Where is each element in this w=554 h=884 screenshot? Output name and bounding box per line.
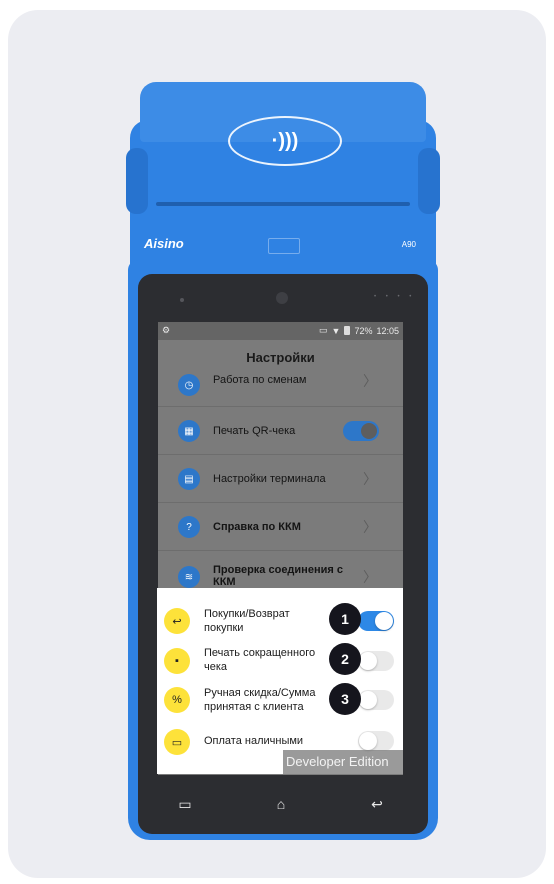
help-icon: ? [178,516,200,538]
card-slot-mark [268,238,300,254]
wifi-icon: ≋ [178,566,200,588]
developer-edition-watermark: Developer Edition [283,750,403,774]
paper-slot [156,202,410,206]
brand-logo: Aisino [144,236,184,251]
option-label: Ручная скидка/Сумма принятая с клиента [204,687,316,713]
options-panel: ↩ Покупки/Возврат покупки ▪ Печать сокра… [157,588,403,774]
wifi-icon: ▼ [331,325,341,336]
settings-item-label: Настройки терминала [213,473,326,485]
option-label: Печать сокращенного чека [204,647,316,673]
option-purchase-return[interactable]: ↩ Покупки/Возврат покупки [157,602,403,640]
battery-icon [344,326,351,335]
left-roller [126,148,148,214]
manual-discount-toggle[interactable] [358,690,394,710]
cast-icon: ▭ [319,325,328,335]
settings-item-qr-receipt[interactable]: ▦ Печать QR-чека [158,406,403,455]
settings-item-help[interactable]: ? Справка по ККМ 〉 [158,502,403,551]
settings-item-label: Работа по сменам [213,374,307,386]
back-icon[interactable]: ↩ [362,796,392,813]
status-bar: ⚙ ▭ ▼ 72% 12:05 [158,322,403,340]
step-badge-2: 2 [329,643,361,675]
settings-item-shifts[interactable]: ◷ Работа по сменам 〉 [158,362,403,410]
option-manual-discount[interactable]: % Ручная скидка/Сумма принятая с клиента [157,682,403,720]
settings-icon: ⚙ [162,325,171,335]
speaker-dots: • • • • [374,294,416,300]
short-receipt-toggle[interactable] [358,651,394,671]
front-camera [276,292,288,304]
purchase-return-toggle[interactable] [358,611,394,631]
qr-receipt-toggle[interactable] [343,421,379,441]
option-short-receipt[interactable]: ▪ Печать сокращенного чека [157,642,403,680]
android-navbar: ▭ ⌂ ↩ [158,778,403,834]
model-label: A90 [401,240,416,249]
settings-item-terminal[interactable]: ▤ Настройки терминала 〉 [158,454,403,503]
step-badge-1: 1 [329,603,361,635]
settings-item-label: Проверка соединения с ККМ [213,564,343,588]
right-roller [418,148,440,214]
option-label: Покупки/Возврат покупки [204,608,290,634]
chevron-right-icon: 〉 [363,569,377,585]
step-badge-3: 3 [329,683,361,715]
shift-icon: ◷ [178,374,200,396]
chevron-right-icon: 〉 [363,373,377,389]
return-icon: ↩ [164,608,190,634]
chevron-right-icon: 〉 [363,471,377,487]
nfc-icon: ·))) [228,116,342,166]
qr-icon: ▦ [178,420,200,442]
cash-payment-toggle[interactable] [358,731,394,751]
home-icon[interactable]: ⌂ [266,796,296,812]
terminal-icon: ▤ [178,468,200,490]
settings-item-label: Печать QR-чека [213,425,296,437]
light-sensor [180,298,184,302]
menu-icon[interactable]: ▭ [170,796,200,813]
battery-level: 72% [354,325,373,336]
option-label: Оплата наличными [204,735,304,747]
discount-icon: % [164,687,190,713]
receipt-icon: ▪ [164,648,190,674]
clock: 12:05 [376,325,399,336]
cash-icon: ▭ [164,729,190,755]
settings-item-label: Справка по ККМ [213,521,301,533]
chevron-right-icon: 〉 [363,519,377,535]
